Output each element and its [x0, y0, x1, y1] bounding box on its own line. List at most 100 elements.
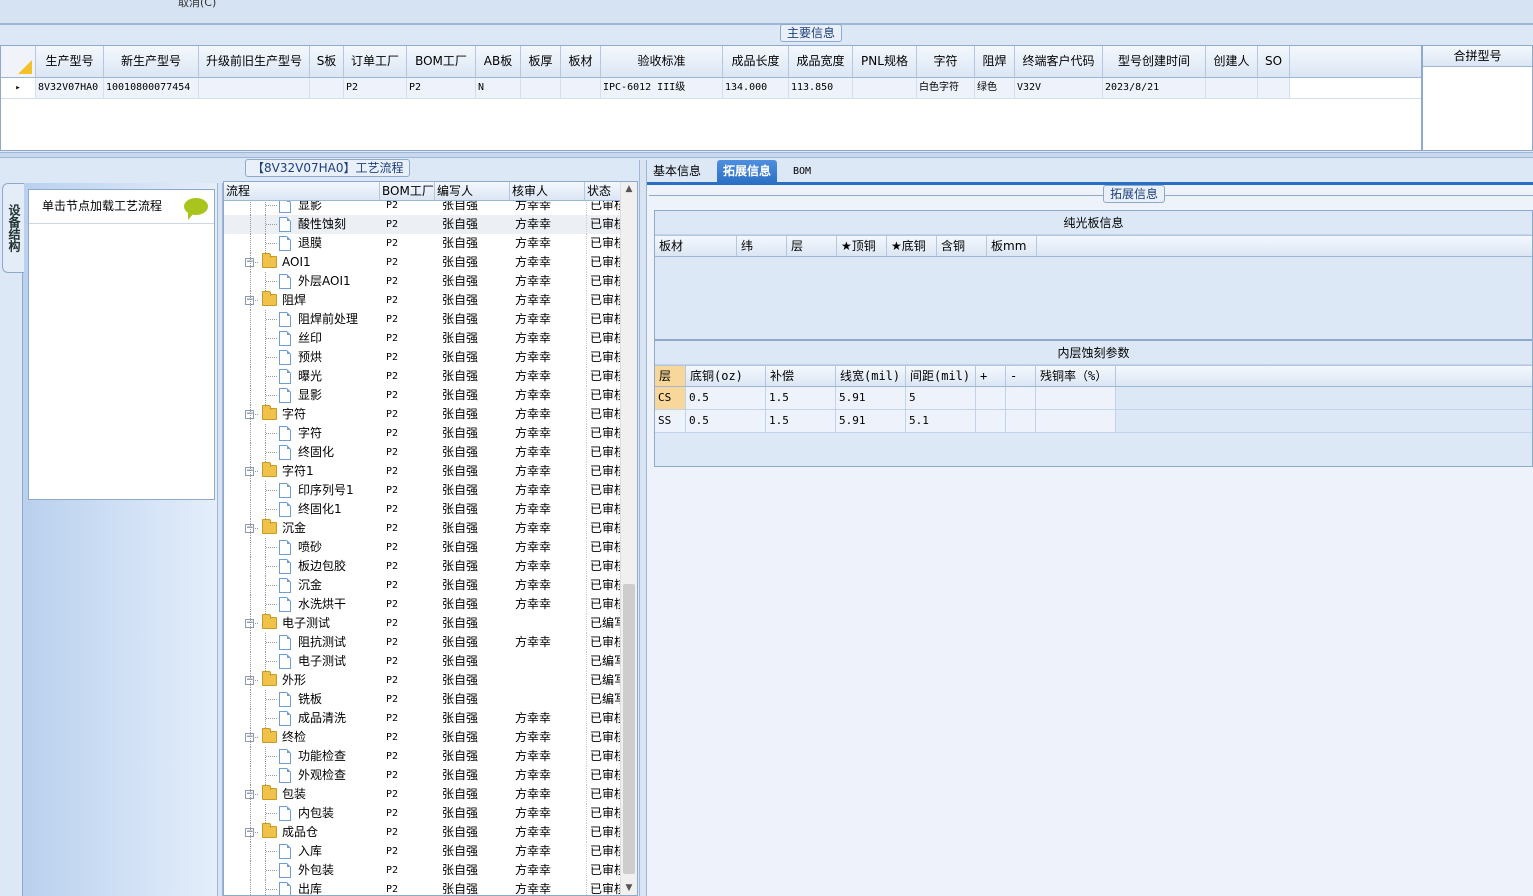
- tree-node-cell[interactable]: 成品清洗: [224, 709, 381, 728]
- tree-node-row[interactable]: 预烘 P2 张自强 方幸幸 已审核: [224, 348, 622, 367]
- column-header[interactable]: 核审人: [510, 182, 585, 200]
- column-header[interactable]: 成品宽度: [789, 46, 853, 77]
- tree-node-row[interactable]: −字符1 P2 张自强 方幸幸 已审核: [224, 462, 622, 481]
- tree-node-row[interactable]: 酸性蚀刻 P2 张自强 方幸幸 已审核: [224, 215, 622, 234]
- scroll-up-icon[interactable]: ▲: [621, 182, 637, 196]
- tree-node-row[interactable]: 沉金 P2 张自强 方幸幸 已审核: [224, 576, 622, 595]
- tree-node-row[interactable]: −成品仓 P2 张自强 方幸幸 已审核: [224, 823, 622, 842]
- table-cell[interactable]: 白色字符: [917, 78, 975, 98]
- tree-node-row[interactable]: 终固化 P2 张自强 方幸幸 已审核: [224, 443, 622, 462]
- table-cell[interactable]: 5: [906, 387, 976, 409]
- tree-node-cell[interactable]: 阻抗测试: [224, 633, 381, 652]
- tree-node-row[interactable]: 内包装 P2 张自强 方幸幸 已审核: [224, 804, 622, 823]
- column-header[interactable]: 层: [787, 236, 837, 256]
- tree-node-row[interactable]: 出库 P2 张自强 方幸幸 已审核: [224, 880, 622, 895]
- tree-node-row[interactable]: 印序列号1 P2 张自强 方幸幸 已审核: [224, 481, 622, 500]
- column-header[interactable]: 成品长度: [723, 46, 789, 77]
- tree-node-cell[interactable]: 沉金: [224, 576, 381, 595]
- column-header[interactable]: +: [976, 366, 1006, 386]
- table-cell[interactable]: [976, 387, 1006, 409]
- tree-node-cell[interactable]: − 字符1: [224, 462, 381, 481]
- table-cell[interactable]: [310, 78, 344, 98]
- column-header[interactable]: PNL规格: [853, 46, 917, 77]
- tree-node-row[interactable]: −包装 P2 张自强 方幸幸 已审核: [224, 785, 622, 804]
- column-header[interactable]: 含铜: [937, 236, 987, 256]
- tree-node-row[interactable]: 外层AOI1 P2 张自强 方幸幸 已审核: [224, 272, 622, 291]
- tree-node-cell[interactable]: 印序列号1: [224, 481, 381, 500]
- table-cell[interactable]: 8V32V07HA0: [36, 78, 104, 98]
- table-cell[interactable]: P2: [407, 78, 476, 98]
- column-header[interactable]: 板材: [655, 236, 737, 256]
- column-header[interactable]: 间距(mil): [906, 366, 976, 386]
- table-cell[interactable]: [1006, 387, 1036, 409]
- column-header[interactable]: BOM工厂: [407, 46, 476, 77]
- tree-node-cell[interactable]: 铣板: [224, 690, 381, 709]
- tree-node-cell[interactable]: 终固化1: [224, 500, 381, 519]
- tree-node-cell[interactable]: 喷砂: [224, 538, 381, 557]
- column-header[interactable]: 生产型号: [36, 46, 104, 77]
- table-cell[interactable]: 113.850: [789, 78, 853, 98]
- flow-tree-scrollbar[interactable]: ▲ ▼: [620, 182, 637, 895]
- table-cell[interactable]: [1036, 387, 1116, 409]
- table-cell[interactable]: [521, 78, 561, 98]
- table-cell[interactable]: [199, 78, 310, 98]
- table-cell[interactable]: 0.5: [686, 410, 766, 432]
- table-cell[interactable]: [853, 78, 917, 98]
- tree-node-cell[interactable]: − 成品仓: [224, 823, 381, 842]
- table-cell[interactable]: SS: [655, 410, 686, 432]
- tree-node-cell[interactable]: 终固化: [224, 443, 381, 462]
- column-header[interactable]: 订单工厂: [344, 46, 407, 77]
- table-row[interactable]: CS 0.5 1.5 5.91 5: [655, 387, 1532, 410]
- tree-node-cell[interactable]: 丝印: [224, 329, 381, 348]
- column-header[interactable]: 底铜(oz): [686, 366, 766, 386]
- table-cell[interactable]: 绿色: [975, 78, 1015, 98]
- tab-bom[interactable]: BOM: [787, 160, 817, 184]
- column-header[interactable]: 创建人: [1206, 46, 1258, 77]
- scroll-down-icon[interactable]: ▼: [621, 881, 637, 895]
- table-cell[interactable]: 2023/8/21: [1103, 78, 1206, 98]
- column-header[interactable]: 字符: [917, 46, 975, 77]
- tree-node-row[interactable]: −外形 P2 张自强 已编写: [224, 671, 622, 690]
- tree-node-cell[interactable]: − 阻焊: [224, 291, 381, 310]
- table-cell[interactable]: N: [476, 78, 521, 98]
- column-header[interactable]: 板厚: [521, 46, 561, 77]
- column-header[interactable]: 流程: [224, 182, 380, 200]
- column-header[interactable]: 升级前旧生产型号: [199, 46, 310, 77]
- column-header[interactable]: 编写人: [435, 182, 510, 200]
- tree-node-row[interactable]: 入库 P2 张自强 方幸幸 已审核: [224, 842, 622, 861]
- tree-node-row[interactable]: 阻焊前处理 P2 张自强 方幸幸 已审核: [224, 310, 622, 329]
- table-cell[interactable]: 5.91: [836, 387, 906, 409]
- tree-node-cell[interactable]: 退膜: [224, 234, 381, 253]
- column-header[interactable]: 型号创建时间: [1103, 46, 1206, 77]
- table-cell[interactable]: 10010800077454: [104, 78, 199, 98]
- tree-node-row[interactable]: −电子测试 P2 张自强 已编写: [224, 614, 622, 633]
- tree-node-row[interactable]: −沉金 P2 张自强 方幸幸 已审核: [224, 519, 622, 538]
- tree-node-cell[interactable]: − 外形: [224, 671, 381, 690]
- table-cell[interactable]: 134.000: [723, 78, 789, 98]
- table-cell[interactable]: [1258, 78, 1290, 98]
- tree-node-row[interactable]: 终固化1 P2 张自强 方幸幸 已审核: [224, 500, 622, 519]
- table-row[interactable]: ▸ 8V32V07HA0 10010800077454 P2 P2 N IPC-6012 I…: [1, 78, 1421, 99]
- scroll-thumb[interactable]: [623, 584, 635, 874]
- column-header[interactable]: 板mm: [987, 236, 1037, 256]
- table-cell[interactable]: 1.5: [766, 410, 836, 432]
- column-header[interactable]: ★底铜: [887, 236, 937, 256]
- tree-node-row[interactable]: 丝印 P2 张自强 方幸幸 已审核: [224, 329, 622, 348]
- tree-node-row[interactable]: 功能检查 P2 张自强 方幸幸 已审核: [224, 747, 622, 766]
- tree-node-cell[interactable]: − AOI1: [224, 253, 381, 272]
- load-flow-header[interactable]: 单击节点加载工艺流程: [29, 190, 214, 224]
- tree-node-cell[interactable]: 入库: [224, 842, 381, 861]
- tree-node-row[interactable]: 板边包胶 P2 张自强 方幸幸 已审核: [224, 557, 622, 576]
- column-header[interactable]: 纬: [737, 236, 787, 256]
- tree-node-row[interactable]: 显影 P2 张自强 方幸幸 已审核: [224, 386, 622, 405]
- column-header[interactable]: 验收标准: [601, 46, 723, 77]
- column-header[interactable]: 残铜率（%）: [1036, 366, 1116, 386]
- tree-node-row[interactable]: 外观检查 P2 张自强 方幸幸 已审核: [224, 766, 622, 785]
- tree-node-cell[interactable]: 功能检查: [224, 747, 381, 766]
- column-header[interactable]: -: [1006, 366, 1036, 386]
- tree-node-cell[interactable]: 外包装: [224, 861, 381, 880]
- horizontal-splitter[interactable]: [0, 152, 1533, 158]
- tree-node-cell[interactable]: − 电子测试: [224, 614, 381, 633]
- tree-node-row[interactable]: 阻抗测试 P2 张自强 方幸幸 已审核: [224, 633, 622, 652]
- tree-node-cell[interactable]: − 沉金: [224, 519, 381, 538]
